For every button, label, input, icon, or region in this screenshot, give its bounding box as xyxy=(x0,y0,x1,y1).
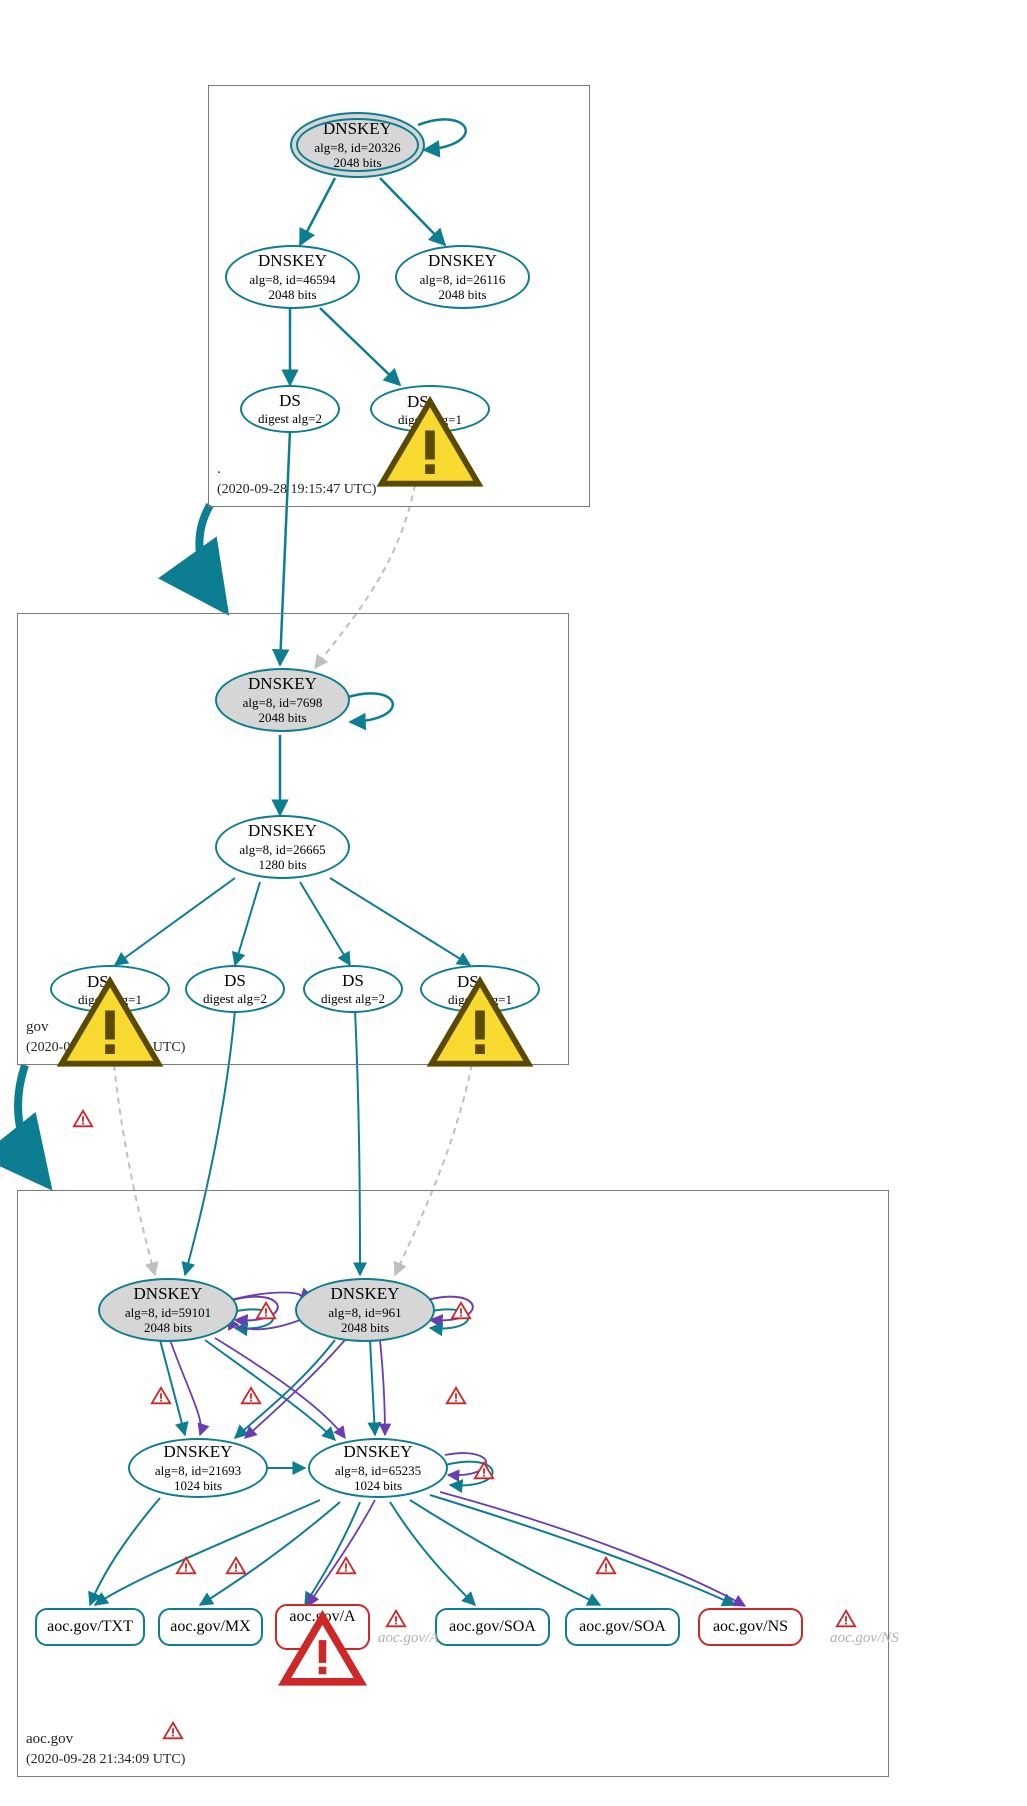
error-icon xyxy=(150,1385,172,1407)
root-zsk-46594: DNSKEY alg=8, id=46594 2048 bits xyxy=(225,245,360,309)
error-icon xyxy=(450,1300,472,1322)
error-icon xyxy=(255,1300,277,1322)
aoc-zsk-65235: DNSKEY alg=8, id=65235 1024 bits xyxy=(308,1438,448,1498)
zone-aoc-time: (2020-09-28 21:34:09 UTC) xyxy=(26,1752,185,1767)
rr-ns: aoc.gov/NS xyxy=(698,1608,803,1646)
error-icon xyxy=(225,1555,247,1577)
root-ksk: DNSKEY alg=8, id=20326 2048 bits xyxy=(290,112,425,178)
aoc-ksk-961: DNSKEY alg=8, id=961 2048 bits xyxy=(295,1278,435,1342)
rr-soa-1: aoc.gov/SOA xyxy=(435,1608,550,1646)
error-icon xyxy=(335,1555,357,1577)
zone-gov-name: gov xyxy=(26,1019,49,1035)
root-ds-alg2: DS digest alg=2 xyxy=(240,385,340,433)
root-ds-alg1: DS digest alg=1 xyxy=(370,385,490,433)
gov-ds-3: DS digest alg=2 xyxy=(303,965,403,1013)
ghost-a: aoc.gov/A xyxy=(378,1630,438,1647)
dnssec-graph: . (2020-09-28 19:15:47 UTC) gov (2020-09… xyxy=(0,0,1027,1806)
warning-icon xyxy=(433,390,453,410)
gov-ds-2: DS digest alg=2 xyxy=(185,965,285,1013)
aoc-ksk-59101: DNSKEY alg=8, id=59101 2048 bits xyxy=(98,1278,238,1342)
error-icon xyxy=(473,1460,495,1482)
aoc-zsk-21693: DNSKEY alg=8, id=21693 1024 bits xyxy=(128,1438,268,1498)
rr-a: aoc.gov/A xyxy=(275,1604,370,1650)
error-icon xyxy=(445,1385,467,1407)
gov-ds-4: DS digest alg=1 xyxy=(420,965,540,1013)
error-icon xyxy=(595,1555,617,1577)
gov-zsk: DNSKEY alg=8, id=26665 1280 bits xyxy=(215,815,350,879)
rr-txt: aoc.gov/TXT xyxy=(35,1608,145,1646)
zone-root-label: . (2020-09-28 19:15:47 UTC) xyxy=(217,459,376,500)
error-icon xyxy=(835,1608,857,1630)
error-icon xyxy=(72,1108,94,1130)
error-icon xyxy=(162,1720,184,1742)
gov-ds-1: DS digest alg=1 xyxy=(50,965,170,1013)
rr-soa-2: aoc.gov/SOA xyxy=(565,1608,680,1646)
error-icon xyxy=(313,1626,333,1646)
gov-ksk: DNSKEY alg=8, id=7698 2048 bits xyxy=(215,668,350,732)
rr-mx: aoc.gov/MX xyxy=(158,1608,263,1646)
root-zsk-26116: DNSKEY alg=8, id=26116 2048 bits xyxy=(395,245,530,309)
zone-root-name: . xyxy=(217,461,221,477)
error-icon xyxy=(240,1385,262,1407)
ghost-ns: aoc.gov/NS xyxy=(830,1630,899,1647)
error-icon xyxy=(175,1555,197,1577)
error-icon xyxy=(385,1608,407,1630)
zone-aoc-name: aoc.gov xyxy=(26,1731,73,1747)
zone-root-time: (2020-09-28 19:15:47 UTC) xyxy=(217,482,376,497)
warning-icon xyxy=(113,970,133,990)
warning-icon xyxy=(483,970,503,990)
